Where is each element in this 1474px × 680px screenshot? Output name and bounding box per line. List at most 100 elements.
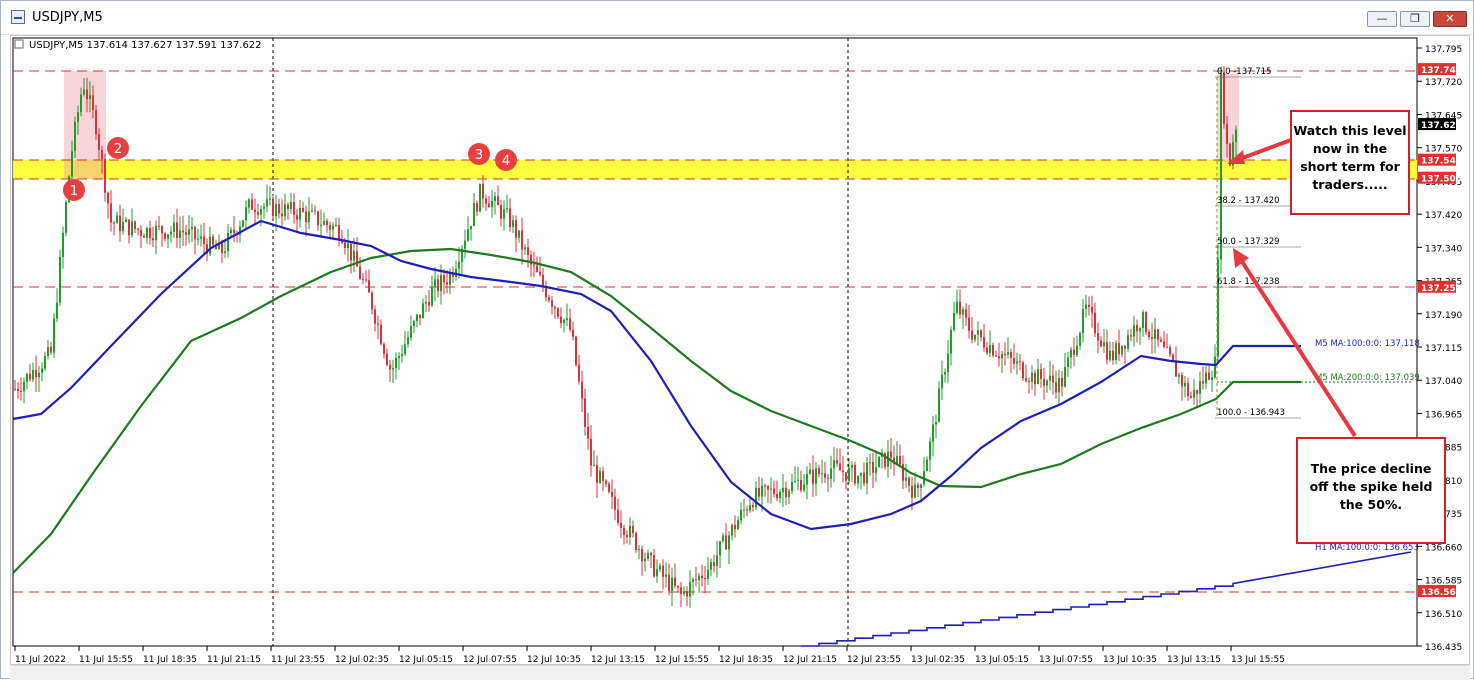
candle-body — [1223, 72, 1225, 124]
candle-body — [323, 220, 325, 225]
swing-marker-label: 4 — [502, 154, 510, 169]
candle-body — [1235, 129, 1237, 143]
candle-body — [701, 575, 703, 578]
candle-body — [122, 222, 124, 232]
candle-body — [314, 210, 316, 212]
candle-body — [722, 535, 724, 542]
candle-body — [839, 463, 841, 471]
horizontal-scrollbar[interactable] — [10, 665, 1470, 680]
candle-body — [998, 356, 1000, 359]
candle-body — [371, 292, 373, 310]
candle-body — [899, 455, 901, 465]
candle-body — [1073, 349, 1075, 356]
restore-button[interactable]: ❐ — [1400, 11, 1430, 27]
candle-body — [764, 485, 766, 487]
candle-body — [521, 230, 523, 250]
candle-body — [389, 364, 391, 370]
minimize-button[interactable]: — — [1367, 11, 1397, 27]
highlight-box-left — [64, 71, 106, 179]
candle-body — [260, 208, 262, 215]
candle-body — [656, 569, 658, 577]
candle-body — [1184, 382, 1186, 387]
candle-body — [74, 121, 76, 152]
candle-body — [845, 472, 847, 481]
chart-area[interactable]: M5 MA:100:0:0: 137.118 M5 MA:200:0:0: 137… — [10, 35, 1470, 665]
candle-body — [32, 369, 34, 380]
fib-level-label: 38.2 - 137.420 — [1217, 196, 1280, 206]
candle-body — [44, 356, 46, 369]
candle-body — [725, 535, 727, 550]
candle-body — [773, 488, 775, 495]
candle-body — [161, 226, 163, 234]
candle-body — [62, 232, 64, 257]
candle-body — [962, 309, 964, 315]
candle-body — [1049, 375, 1051, 381]
candle-body — [404, 344, 406, 355]
close-button[interactable]: ✕ — [1433, 11, 1467, 27]
candle-body — [905, 477, 907, 481]
candle-body — [14, 388, 16, 390]
candle-body — [692, 579, 694, 583]
candle-body — [716, 555, 718, 567]
candle-body — [734, 524, 736, 530]
candle-body — [929, 441, 931, 460]
candle-body — [917, 484, 919, 488]
candle-body — [611, 491, 613, 497]
candle-body — [1199, 381, 1201, 394]
time-tick-label: 12 Jul 18:35 — [719, 655, 773, 664]
candle-body — [149, 228, 151, 239]
candle-body — [515, 220, 517, 238]
candle-body — [227, 233, 229, 252]
candle-body — [473, 203, 475, 226]
candle-body — [329, 225, 331, 230]
candle-body — [965, 309, 967, 318]
candle-body — [1214, 356, 1216, 378]
candle-body — [53, 318, 55, 353]
candle-body — [791, 481, 793, 492]
candle-body — [569, 318, 571, 330]
candle-body — [1100, 340, 1102, 347]
watch-annotation-text: Watch this level now in the short term f… — [1293, 123, 1407, 192]
candle-body — [890, 451, 892, 458]
time-tick-label: 12 Jul 07:55 — [463, 655, 517, 664]
candle-body — [398, 356, 400, 358]
candle-body — [971, 330, 973, 340]
candle-body — [980, 330, 982, 338]
candle-body — [932, 424, 934, 442]
time-tick-label: 12 Jul 15:55 — [655, 655, 709, 664]
candle-body — [113, 222, 115, 224]
candle-body — [1187, 382, 1189, 397]
candle-body — [173, 222, 175, 232]
candle-body — [833, 460, 835, 469]
candle-body — [584, 398, 586, 427]
time-tick-label: 11 Jul 23:55 — [271, 655, 325, 664]
time-tick-label: 11 Jul 18:35 — [143, 655, 197, 664]
candle-body — [548, 297, 550, 301]
candle-body — [758, 487, 760, 497]
candle-body — [1193, 390, 1195, 398]
candle-body — [974, 334, 976, 340]
candle-body — [1061, 377, 1063, 387]
candle-body — [560, 316, 562, 324]
candle-body — [551, 300, 553, 307]
candle-body — [1052, 375, 1054, 383]
candle-body — [1085, 304, 1087, 309]
window-titlebar[interactable]: USDJPY,M5 — ❐ ✕ — [1, 1, 1473, 35]
candle-body — [926, 459, 928, 472]
candle-body — [176, 222, 178, 238]
price-chart[interactable]: M5 MA:100:0:0: 137.118 M5 MA:200:0:0: 137… — [11, 36, 1469, 665]
price-tag-label: 137.252 — [1421, 284, 1462, 294]
candle-body — [1028, 380, 1030, 382]
candle-body — [131, 221, 133, 236]
candle-body — [1070, 349, 1072, 358]
candle-body — [1007, 352, 1009, 355]
candle-body — [1124, 345, 1126, 349]
candle-body — [332, 225, 334, 230]
candle-body — [266, 199, 268, 207]
candle-body — [638, 549, 640, 551]
candle-body — [818, 468, 820, 475]
candle-body — [1163, 341, 1165, 347]
candle-body — [143, 235, 145, 238]
candle-body — [1079, 333, 1081, 346]
candle-body — [1118, 343, 1120, 355]
